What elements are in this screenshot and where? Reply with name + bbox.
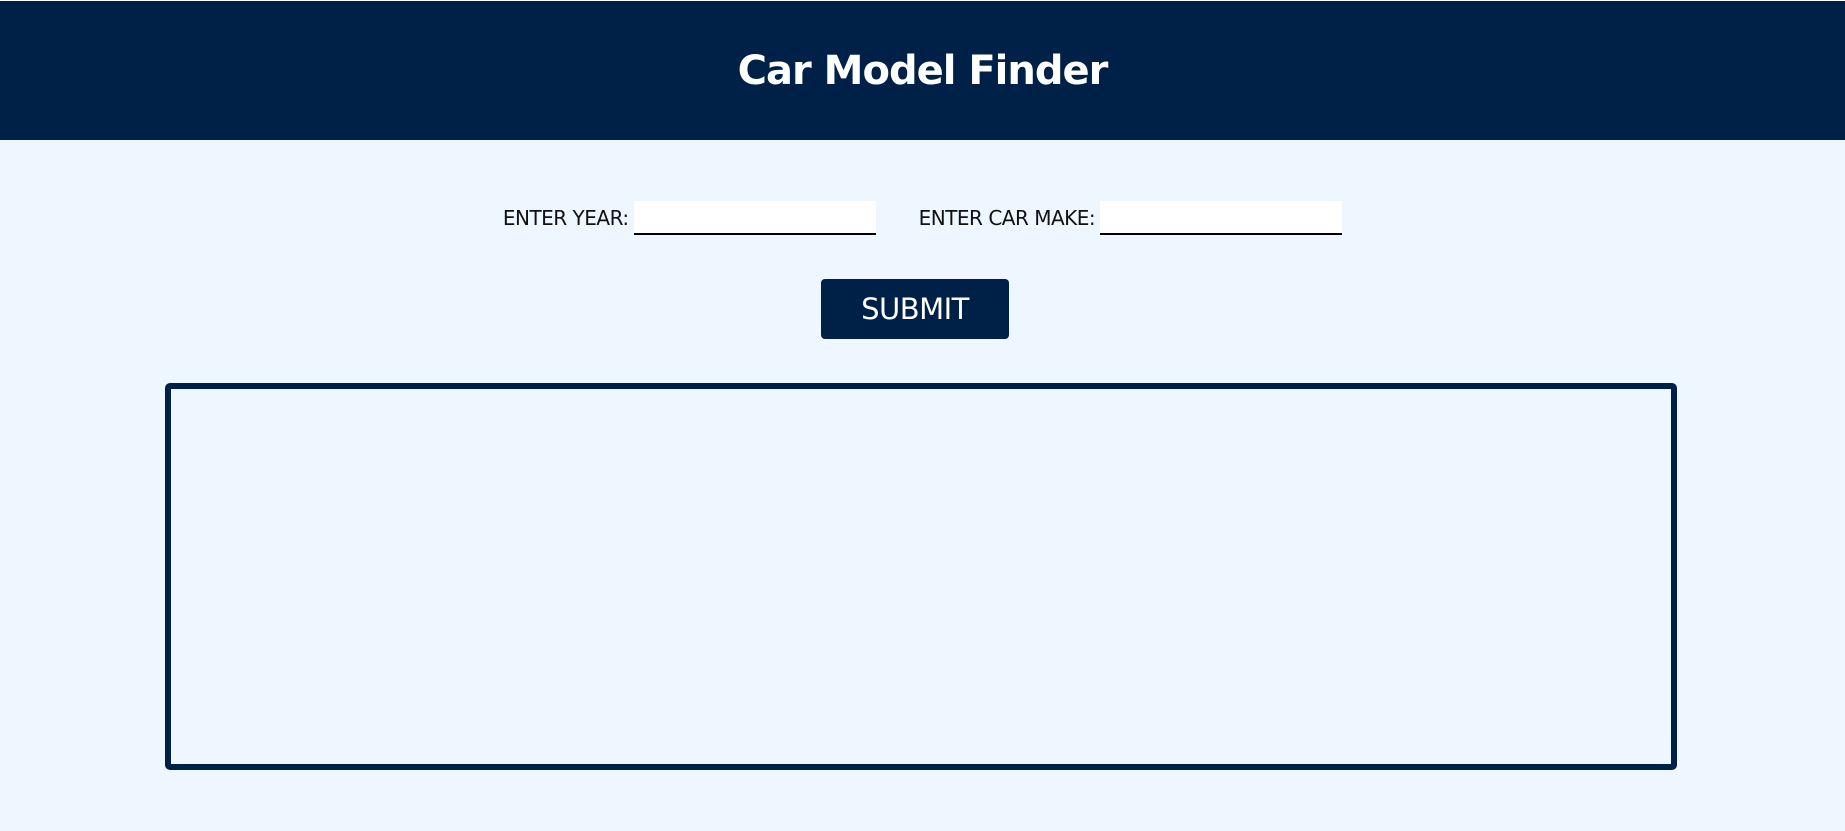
make-label: ENTER CAR MAKE:: [918, 206, 1096, 230]
app-header: Car Model Finder: [0, 0, 1845, 140]
year-input[interactable]: [633, 201, 876, 235]
make-field-group: ENTER CAR MAKE:: [919, 201, 1343, 235]
make-input[interactable]: [1100, 201, 1343, 235]
year-field-group: ENTER YEAR:: [503, 201, 876, 235]
results-panel: [165, 383, 1677, 770]
submit-button[interactable]: SUBMIT: [821, 279, 1009, 339]
page-title: Car Model Finder: [737, 47, 1109, 94]
search-form: ENTER YEAR: ENTER CAR MAKE:: [0, 201, 1845, 235]
year-label: ENTER YEAR:: [502, 206, 629, 230]
